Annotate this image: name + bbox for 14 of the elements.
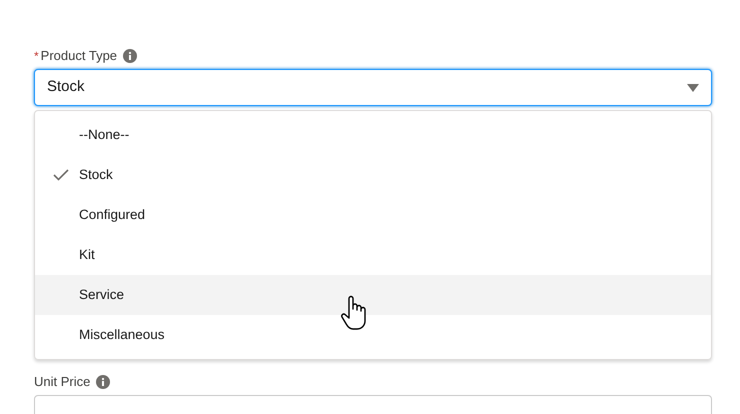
dropdown-option[interactable]: Miscellaneous (35, 315, 711, 355)
required-asterisk: * (34, 48, 39, 65)
info-icon[interactable] (96, 375, 110, 389)
dropdown-option[interactable]: Configured (35, 195, 711, 235)
dropdown-option[interactable]: Kit (35, 235, 711, 275)
dropdown-option[interactable]: --None-- (35, 115, 711, 155)
field-label: Unit Price (34, 373, 90, 392)
caret-icon (687, 84, 699, 92)
dropdown-option[interactable]: Stock (35, 155, 711, 195)
info-icon[interactable] (123, 49, 138, 63)
dropdown-option[interactable]: Service (35, 275, 711, 315)
field-label: Product Type (40, 47, 118, 66)
hand-cursor-icon (340, 295, 368, 331)
select-field[interactable]: Stock (34, 69, 712, 106)
